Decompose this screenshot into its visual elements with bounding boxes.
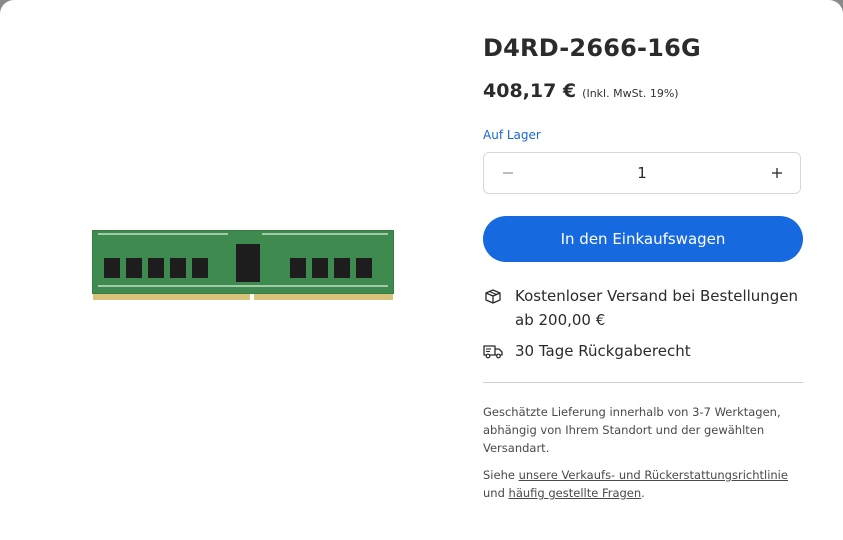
policy-suffix: . [641,486,645,500]
refund-policy-link[interactable]: unsere Verkaufs- und Rückerstattungsrich… [519,468,788,482]
quantity-stepper: 1 [483,152,801,194]
policy-text: Siehe unsere Verkaufs- und Rückerstattun… [483,466,813,502]
delivery-estimate: Geschätzte Lieferung innerhalb von 3-7 W… [483,403,813,457]
plus-icon[interactable] [767,163,787,183]
tax-note: (Inkl. MwSt. 19%) [582,87,679,100]
price-row: 408,17 € (Inkl. MwSt. 19%) [483,80,679,102]
faq-link[interactable]: häufig gestellte Fragen [509,486,642,500]
delivery-line1: Geschätzte Lieferung innerhalb von 3-7 W… [483,405,781,419]
delivery-line2: abhängig von Ihrem Standort und der gewä… [483,423,765,437]
free-shipping-line2: ab 200,00 € [515,311,606,329]
returns-text: 30 Tage Rückgaberecht [515,342,691,360]
free-shipping-text: Kostenloser Versand bei Bestellungen ab … [515,284,798,332]
free-shipping-line1: Kostenloser Versand bei Bestellungen [515,287,799,305]
product-title: D4RD-2666-16G [483,34,701,62]
free-shipping-feature: Kostenloser Versand bei Bestellungen ab … [483,284,813,332]
quantity-value[interactable]: 1 [484,164,800,182]
delivery-truck-icon [483,345,503,359]
policy-middle: und [483,486,505,500]
stock-status: Auf Lager [483,128,541,142]
product-price: 408,17 € [483,80,577,102]
ram-module-image [92,230,394,302]
product-quick-view-modal: D4RD-2666-16G 408,17 € (Inkl. MwSt. 19%) … [0,0,843,540]
shipping-box-icon [485,289,501,304]
policy-prefix: Siehe [483,468,515,482]
delivery-line3: Versandart. [483,441,550,455]
divider [483,382,803,383]
returns-feature: 30 Tage Rückgaberecht [483,339,813,363]
add-to-cart-button[interactable]: In den Einkaufswagen [483,216,803,262]
